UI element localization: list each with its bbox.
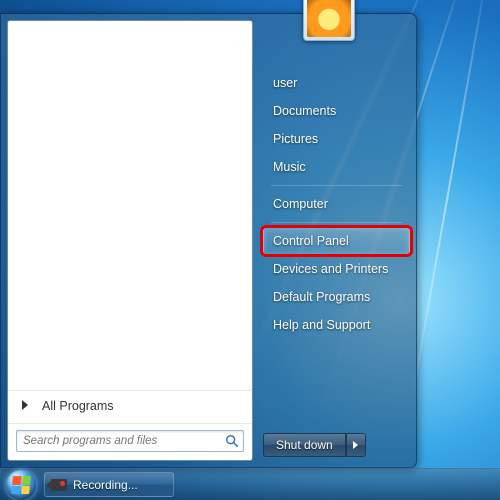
menu-item-label: Control Panel	[273, 234, 349, 248]
menu-item-label: Computer	[273, 197, 328, 211]
windows-logo-icon	[6, 470, 36, 500]
menu-item-default-programs[interactable]: Default Programs	[263, 283, 410, 311]
menu-item-label: Help and Support	[273, 318, 370, 332]
shutdown-area: Shut down	[263, 429, 410, 461]
menu-item-music[interactable]: Music	[263, 153, 410, 181]
menu-item-label: Documents	[273, 104, 336, 118]
menu-item-label: Pictures	[273, 132, 318, 146]
start-menu: All Programs user Documents Pictures Music C…	[0, 13, 417, 468]
all-programs-label: All Programs	[42, 399, 114, 413]
all-programs-button[interactable]: All Programs	[8, 390, 252, 423]
menu-separator	[271, 185, 402, 186]
search-icon[interactable]	[221, 434, 243, 448]
start-button[interactable]	[0, 469, 42, 500]
search-input[interactable]	[17, 435, 221, 447]
pinned-programs-area	[8, 21, 252, 390]
menu-item-label: user	[273, 76, 297, 90]
triangle-right-icon	[22, 400, 28, 410]
shutdown-label: Shut down	[276, 438, 333, 452]
user-avatar[interactable]	[303, 0, 355, 41]
menu-item-computer[interactable]: Computer	[263, 190, 410, 218]
menu-separator	[271, 222, 402, 223]
menu-item-control-panel[interactable]: Control Panel	[263, 227, 410, 255]
start-menu-left-pane: All Programs	[7, 20, 253, 461]
menu-item-label: Music	[273, 160, 306, 174]
menu-item-help-and-support[interactable]: Help and Support	[263, 311, 410, 339]
search-box[interactable]	[16, 430, 244, 452]
search-area	[8, 423, 252, 460]
taskbar: Recording...	[0, 468, 500, 500]
menu-item-label: Devices and Printers	[273, 262, 388, 276]
shutdown-options-button[interactable]	[346, 433, 366, 457]
menu-item-pictures[interactable]: Pictures	[263, 125, 410, 153]
shutdown-button[interactable]: Shut down	[263, 433, 346, 457]
camera-icon	[51, 479, 67, 491]
menu-item-documents[interactable]: Documents	[263, 97, 410, 125]
start-menu-right-pane: user Documents Pictures Music Computer Contro…	[259, 14, 416, 467]
taskbar-item-recording[interactable]: Recording...	[44, 472, 174, 497]
taskbar-item-label: Recording...	[73, 478, 138, 492]
menu-item-user[interactable]: user	[263, 69, 410, 97]
menu-item-label: Default Programs	[273, 290, 370, 304]
menu-item-devices-and-printers[interactable]: Devices and Printers	[263, 255, 410, 283]
triangle-right-icon	[353, 441, 358, 449]
avatar-image	[307, 0, 351, 37]
